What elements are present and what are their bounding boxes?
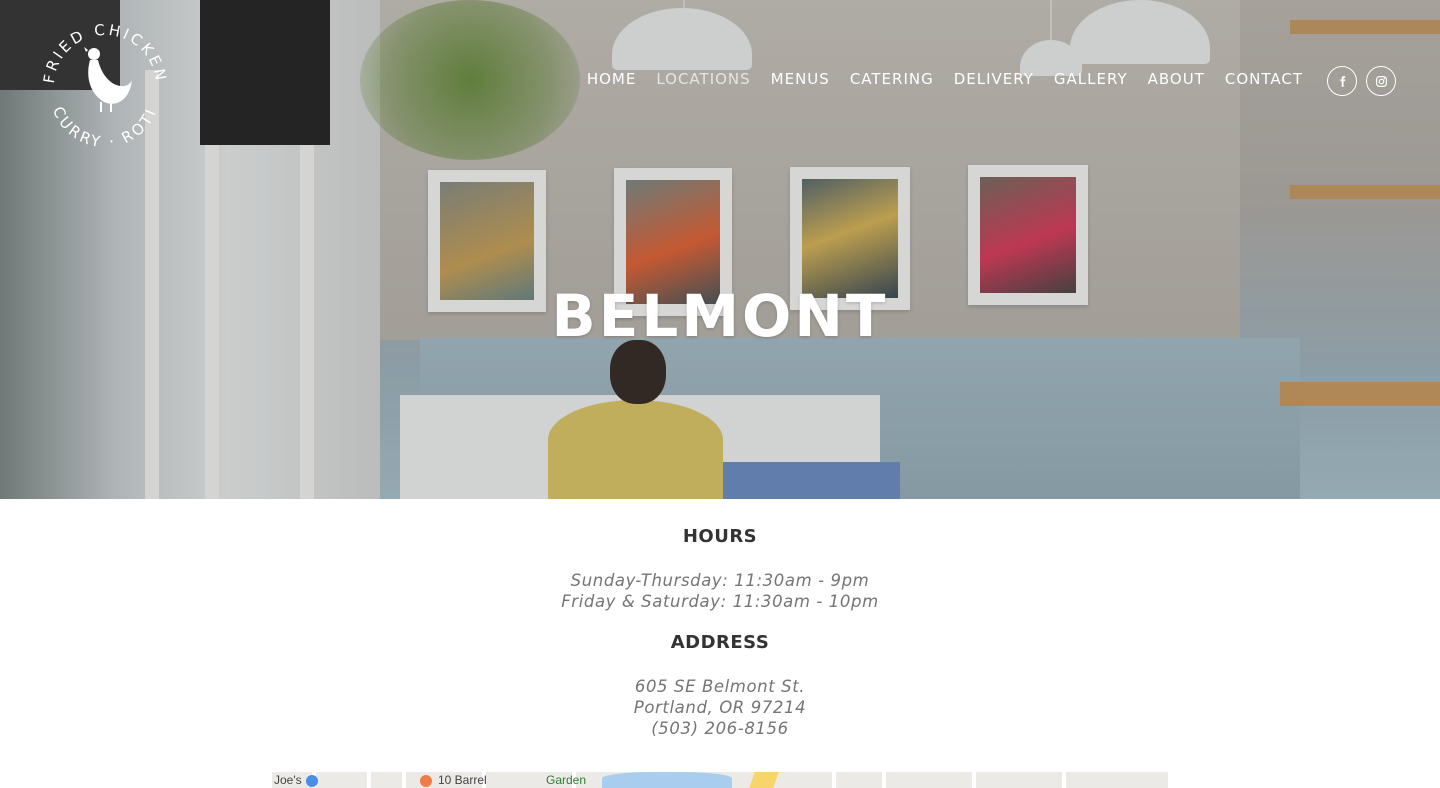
page-title: BELMONT [551,282,889,350]
site-logo[interactable]: FRIED CHICKEN CURRY · ROTI [38,14,172,152]
restaurant-pin-icon[interactable] [420,775,432,787]
social-links [1327,66,1396,96]
nav-menus[interactable]: MENUS [771,70,830,88]
map-road [367,772,371,788]
instagram-icon [1375,75,1387,87]
map-road [882,772,886,788]
address-heading: ADDRESS [670,632,770,653]
map-road [972,772,976,788]
hours-heading: HOURS [682,526,758,547]
location-map[interactable]: Joe's 10 Barrel Garden [272,772,1168,788]
map-label: 10 Barrel [438,773,487,787]
map-highway [749,772,779,788]
phone-number[interactable]: (503) 206-8156 [0,718,1440,739]
nav-contact[interactable]: CONTACT [1225,70,1303,88]
location-details: HOURS Sunday-Thursday: 11:30am - 9pm Fri… [0,499,1440,788]
map-label: Joe's [274,773,302,787]
svg-text:CURRY · ROTI: CURRY · ROTI [49,104,161,148]
nav-locations[interactable]: LOCATIONS [656,70,750,88]
logo-top-text: FRIED CHICKEN [40,21,167,85]
main-nav: HOME LOCATIONS MENUS CATERING DELIVERY G… [587,70,1303,88]
nav-gallery[interactable]: GALLERY [1054,70,1128,88]
address-city: Portland, OR 97214 [633,698,807,717]
map-road [832,772,836,788]
logo-badge: FRIED CHICKEN CURRY · ROTI [40,21,170,152]
shopping-pin-icon[interactable] [306,775,318,787]
hours-line: Friday & Saturday: 11:30am - 10pm [561,592,879,611]
facebook-icon [1339,75,1345,87]
map-label: Garden [546,773,587,787]
map-road [1062,772,1066,788]
instagram-link[interactable] [1366,66,1396,96]
logo-bottom-text: CURRY · ROTI [49,104,158,152]
nav-about[interactable]: ABOUT [1148,70,1205,88]
nav-delivery[interactable]: DELIVERY [954,70,1034,88]
chicken-icon [84,47,132,112]
map-water [602,772,732,788]
facebook-link[interactable] [1327,66,1357,96]
address-street: 605 SE Belmont St. [634,677,806,696]
map-road [402,772,406,788]
nav-catering[interactable]: CATERING [850,70,934,88]
svg-text:FRIED CHICKEN: FRIED CHICKEN [40,21,170,85]
nav-home[interactable]: HOME [587,70,637,88]
hours-line: Sunday-Thursday: 11:30am - 9pm [570,571,870,590]
